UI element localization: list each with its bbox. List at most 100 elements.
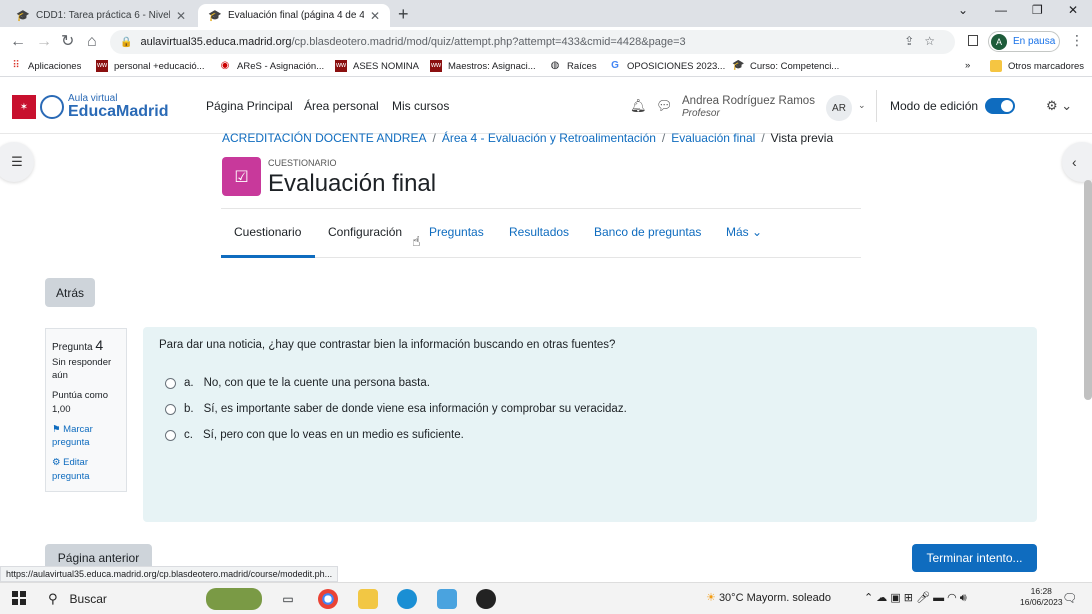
nav-area-personal[interactable]: Área personal xyxy=(304,99,379,113)
chat-icon[interactable]: 💬︎ xyxy=(656,98,673,114)
finish-attempt-button[interactable]: Terminar intento... xyxy=(912,544,1037,572)
breadcrumb-section[interactable]: Área 4 - Evaluación y Retroalimentación xyxy=(442,131,656,145)
block-drawer-button[interactable]: ‹ xyxy=(1062,142,1092,182)
edit-question-link[interactable]: ⚙ Editar pregunta xyxy=(52,456,120,484)
bookmark-raices[interactable]: ◍ Raíces xyxy=(549,60,597,72)
ares-icon: ◉ xyxy=(220,60,230,71)
weather-widget[interactable]: ☀ 30°C Mayorm. soleado xyxy=(706,591,831,604)
back-arrow-icon[interactable]: ← xyxy=(10,32,26,52)
bookmark-other[interactable]: Otros marcadores xyxy=(990,60,1084,72)
breadcrumb-quiz[interactable]: Evaluación final xyxy=(671,131,755,145)
bookmarks-overflow-icon[interactable]: » xyxy=(965,60,970,71)
browser-tab-evaluacion[interactable]: 🎓 Evaluación final (página 4 de 4) ✕ xyxy=(198,4,390,27)
question-info-panel: Pregunta 4 Sin responder aún Puntúa como… xyxy=(45,328,127,492)
flag-icon: ⚑ xyxy=(52,423,61,435)
edit-mode-label: Modo de edición xyxy=(890,99,979,113)
tab-resultados[interactable]: Resultados xyxy=(509,225,569,239)
answer-option-a[interactable]: a. No, con que te la cuente una persona … xyxy=(165,377,430,389)
taskbar-clock[interactable]: 16:28 16/06/2023 xyxy=(1020,586,1063,609)
system-tray-icons[interactable]: ⌃ ☁ ▣ ⊞ 🎤︎ ▬ ◠ 🔊︎ xyxy=(864,591,967,605)
answer-option-b[interactable]: b. Sí, es importante saber de donde vien… xyxy=(165,403,627,415)
bookmark-oposiciones[interactable]: G OPOSICIONES 2023... xyxy=(609,60,725,72)
store-icon[interactable] xyxy=(437,589,457,609)
minimize-icon[interactable]: — xyxy=(995,3,1007,17)
moodle-cap-icon: 🎓 xyxy=(16,9,30,22)
flag-question-link[interactable]: ⚑ Marcar pregunta xyxy=(52,423,120,451)
close-tab-icon[interactable]: ✕ xyxy=(370,9,380,23)
site-header: ✶ Aula virtual EducaMadrid Página Princi… xyxy=(0,78,1092,134)
bookmark-ares[interactable]: ◉ ARеS - Asignación... xyxy=(219,60,325,72)
forward-arrow-icon[interactable]: → xyxy=(36,32,52,52)
url-path: /cp.blasdeotero.madrid/mod/quiz/attempt.… xyxy=(291,36,686,48)
edge-icon[interactable] xyxy=(397,589,417,609)
edit-mode-toggle[interactable] xyxy=(985,98,1015,114)
chrome-icon[interactable] xyxy=(318,589,338,609)
tab-title: CDD1: Tarea práctica 6 - Nivel A2 xyxy=(36,10,170,21)
restore-icon[interactable]: ❐ xyxy=(1032,3,1043,17)
close-tab-icon[interactable]: ✕ xyxy=(176,9,186,23)
search-icon: ⚲ xyxy=(48,591,58,606)
mouse-cursor-icon: ☝ xyxy=(412,233,421,249)
browser-menu-icon[interactable]: ⋮ xyxy=(1070,32,1084,49)
bookmark-personal[interactable]: ww personal +educació... xyxy=(96,60,205,72)
new-tab-icon[interactable]: + xyxy=(398,4,409,24)
educamadrid-logo[interactable]: ✶ Aula virtual EducaMadrid xyxy=(12,94,168,120)
radio-button[interactable] xyxy=(165,377,176,389)
page-title: Evaluación final xyxy=(268,170,437,197)
breadcrumb: ACREDITACIÓN DOCENTE ANDREA / Área 4 - Eva… xyxy=(222,131,834,145)
tab-mas[interactable]: Más ⌄ xyxy=(726,225,762,239)
address-bar-row: ← → ↻ ⌂ 🔒 aulavirtual35.educa.madrid.org… xyxy=(0,27,1092,57)
user-name-block[interactable]: Andrea Rodríguez Ramos Profesor xyxy=(682,95,815,119)
windows-start-icon[interactable] xyxy=(12,591,26,605)
close-window-icon[interactable]: ✕ xyxy=(1068,3,1078,17)
secondary-navigation: Cuestionario Configuración Preguntas Res… xyxy=(221,208,861,258)
google-icon: G xyxy=(611,60,619,71)
nav-mis-cursos[interactable]: Mis cursos xyxy=(392,99,449,113)
tab-preguntas[interactable]: Preguntas xyxy=(429,225,484,239)
side-panel-icon[interactable] xyxy=(968,35,978,46)
taskbar-search[interactable]: ⚲ Buscar xyxy=(38,586,268,612)
url-input[interactable]: 🔒 aulavirtual35.educa.madrid.org/cp.blas… xyxy=(110,30,955,54)
status-bar-url: https://aulavirtual35.educa.madrid.org/c… xyxy=(0,566,339,582)
avatar[interactable]: AR xyxy=(826,95,852,121)
scrollbar[interactable] xyxy=(1084,180,1092,400)
bookmark-maestros[interactable]: ww Maestros: Asignaci... xyxy=(430,60,536,72)
app-icon[interactable] xyxy=(476,589,496,609)
notification-icon[interactable]: 🗨︎ xyxy=(1062,591,1077,605)
folder-icon xyxy=(990,60,1002,72)
back-button[interactable]: Atrás xyxy=(45,278,95,307)
search-highlight-image xyxy=(206,588,262,610)
answer-option-c[interactable]: c. Sí, pero con que lo veas en un medio … xyxy=(165,429,464,441)
profile-button[interactable]: A En pausa xyxy=(988,31,1060,52)
browser-tab-cdd1[interactable]: 🎓 CDD1: Tarea práctica 6 - Nivel A2 ✕ xyxy=(6,4,196,27)
radio-button[interactable] xyxy=(165,403,176,415)
globe-icon: ◍ xyxy=(550,60,560,71)
tab-banco-de-preguntas[interactable]: Banco de preguntas xyxy=(594,225,701,239)
home-icon[interactable]: ⌂ xyxy=(87,32,97,52)
moodle-cap-icon: 🎓 xyxy=(208,9,222,22)
bookmark-ases[interactable]: ww ASES NOMINA xyxy=(335,60,419,72)
nav-pagina-principal[interactable]: Página Principal xyxy=(206,99,293,113)
tab-search-chevron-icon[interactable]: ⌄ xyxy=(958,3,968,17)
question-number: Pregunta 4 xyxy=(52,337,104,353)
bell-icon[interactable]: 🔔︎ xyxy=(630,98,647,114)
url-host: aulavirtual35.educa.madrid.org xyxy=(140,36,292,48)
bookmark-apps[interactable]: ⠿ Aplicaciones xyxy=(10,60,81,72)
list-icon: ☰ xyxy=(11,154,23,169)
course-index-drawer-button[interactable]: ☰ xyxy=(0,142,34,182)
reload-icon[interactable]: ↻ xyxy=(61,32,74,52)
question-state: Sin responder aún xyxy=(52,356,112,382)
file-explorer-icon[interactable] xyxy=(358,589,378,609)
tab-cuestionario[interactable]: Cuestionario xyxy=(234,225,301,239)
task-view-icon[interactable]: ▭ xyxy=(278,589,298,609)
chevron-down-icon[interactable]: ⌄ xyxy=(858,100,866,111)
bookmark-curso[interactable]: 🎓 Curso: Competenci... xyxy=(732,60,839,72)
radio-button[interactable] xyxy=(165,429,176,441)
breadcrumb-course[interactable]: ACREDITACIÓN DOCENTE ANDREA xyxy=(222,131,426,145)
tab-configuracion[interactable]: Configuración xyxy=(328,225,402,239)
active-tab-indicator xyxy=(221,255,315,258)
user-name: Andrea Rodríguez Ramos xyxy=(682,95,815,107)
lock-icon: 🔒 xyxy=(120,36,133,48)
gear-icon[interactable]: ⚙ ⌄ xyxy=(1046,98,1072,114)
share-star-icons[interactable]: ⇪☆ xyxy=(904,34,945,48)
